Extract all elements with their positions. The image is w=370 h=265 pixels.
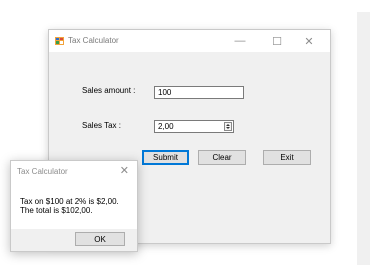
spin-arrows-icon[interactable] <box>224 122 232 131</box>
maximize-icon: ☐ <box>272 35 282 48</box>
spin-up-icon[interactable] <box>226 124 230 126</box>
message-text: Tax on $100 at 2% is $2,00. The total is… <box>20 197 119 215</box>
message-line-1: Tax on $100 at 2% is $2,00. <box>20 197 119 206</box>
message-footer: OK <box>11 229 137 251</box>
title-bar[interactable]: Tax Calculator — ☐ ✕ <box>49 30 330 52</box>
submit-button[interactable]: Submit <box>142 150 189 165</box>
sales-tax-label: Sales Tax : <box>82 121 121 130</box>
message-close-icon[interactable]: ✕ <box>120 164 129 177</box>
background-window-edge <box>357 12 370 265</box>
sales-amount-input[interactable]: 100 <box>154 86 244 99</box>
spin-down-icon[interactable] <box>226 127 230 129</box>
sales-tax-stepper[interactable]: 2,00 <box>154 120 234 133</box>
minimize-icon: — <box>234 35 246 47</box>
close-icon: ✕ <box>304 35 314 48</box>
calculator-app-icon <box>55 37 64 45</box>
message-box: Tax Calculator ✕ Tax on $100 at 2% is $2… <box>10 160 138 252</box>
sales-amount-label: Sales amount : <box>82 86 136 95</box>
maximize-button[interactable]: ☐ <box>262 30 292 52</box>
exit-button[interactable]: Exit <box>263 150 311 165</box>
message-box-title: Tax Calculator <box>17 167 68 176</box>
minimize-button[interactable]: — <box>225 30 255 52</box>
message-line-2: The total is $102,00. <box>20 206 93 215</box>
clear-button[interactable]: Clear <box>198 150 246 165</box>
sales-tax-value: 2,00 <box>158 122 174 131</box>
close-button[interactable]: ✕ <box>294 30 324 52</box>
window-title: Tax Calculator <box>68 36 119 45</box>
ok-button[interactable]: OK <box>75 232 125 246</box>
